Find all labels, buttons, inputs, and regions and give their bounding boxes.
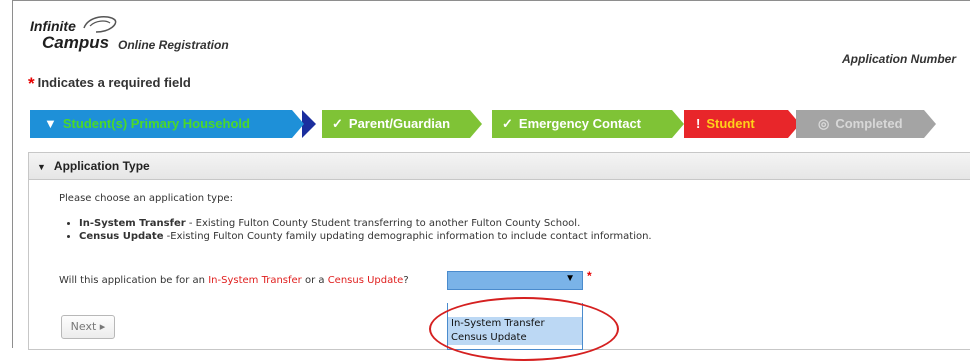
- logo-text-campus: Campus: [42, 33, 110, 52]
- step-label: Completed: [835, 116, 903, 131]
- required-note-text: Indicates a required field: [37, 75, 191, 90]
- panel-header[interactable]: ▼ Application Type: [29, 153, 970, 180]
- step-completed[interactable]: ◎ Completed: [796, 110, 936, 138]
- next-button[interactable]: Next ▸: [61, 315, 115, 339]
- option-desc: -Existing Fulton County family updating …: [163, 231, 652, 242]
- option-desc: - Existing Fulton County Student transfe…: [185, 218, 581, 229]
- option-name: In-System Transfer: [79, 218, 186, 229]
- required-star-icon: *: [28, 74, 35, 93]
- step-arrow-divider: [302, 110, 316, 138]
- step-label: Student: [706, 116, 755, 131]
- required-field-note: * Indicates a required field: [28, 74, 191, 94]
- logo-text-infinite: Infinite: [30, 18, 76, 34]
- question-option-transfer: In-System Transfer: [208, 275, 302, 286]
- step-label: Student(s) Primary Household: [62, 116, 250, 131]
- page-frame-left: [12, 0, 13, 348]
- choose-prompt: Please choose an application type:: [59, 193, 233, 204]
- check-icon: ✓: [332, 116, 343, 131]
- question-option-census: Census Update: [327, 275, 404, 286]
- application-number-label: Application Number: [842, 52, 957, 66]
- step-label: Emergency Contact: [518, 116, 641, 131]
- step-emergency-contact[interactable]: ✓ Emergency Contact: [492, 110, 684, 138]
- product-name: Online Registration: [118, 38, 229, 52]
- circle-check-icon: ◎: [818, 116, 830, 131]
- required-star-icon: *: [587, 269, 592, 283]
- step-label: Parent/Guardian: [348, 116, 451, 131]
- page-frame-top: [12, 0, 970, 1]
- highlight-annotation-oval: [429, 297, 619, 361]
- list-item: Census Update -Existing Fulton County fa…: [79, 230, 652, 243]
- list-item: In-System Transfer - Existing Fulton Cou…: [79, 217, 652, 230]
- question-text: or a: [301, 275, 328, 286]
- step-student[interactable]: ! Student: [684, 110, 800, 138]
- question-text: Will this application be for an: [59, 275, 209, 286]
- application-type-panel: ▼ Application Type Please choose an appli…: [28, 152, 970, 361]
- collapse-caret-icon[interactable]: ▼: [37, 154, 46, 180]
- application-type-select[interactable]: ▼: [447, 271, 583, 290]
- option-name: Census Update: [79, 231, 164, 242]
- step-student-primary-household[interactable]: ▼ Student(s) Primary Household: [30, 110, 304, 138]
- question-text: ?: [403, 275, 409, 286]
- application-type-question: Will this application be for an In-Syste…: [59, 275, 409, 286]
- chevron-down-icon[interactable]: ▼: [565, 273, 575, 284]
- check-icon: ✓: [502, 116, 513, 131]
- step-parent-guardian[interactable]: ✓ Parent/Guardian: [322, 110, 482, 138]
- triangle-down-icon: ▼: [44, 116, 57, 131]
- exclamation-icon: !: [696, 116, 701, 131]
- header: Infinite Campus Online Registration Appl…: [30, 14, 970, 66]
- application-type-descriptions: In-System Transfer - Existing Fulton Cou…: [59, 217, 652, 243]
- panel-title: Application Type: [53, 159, 150, 173]
